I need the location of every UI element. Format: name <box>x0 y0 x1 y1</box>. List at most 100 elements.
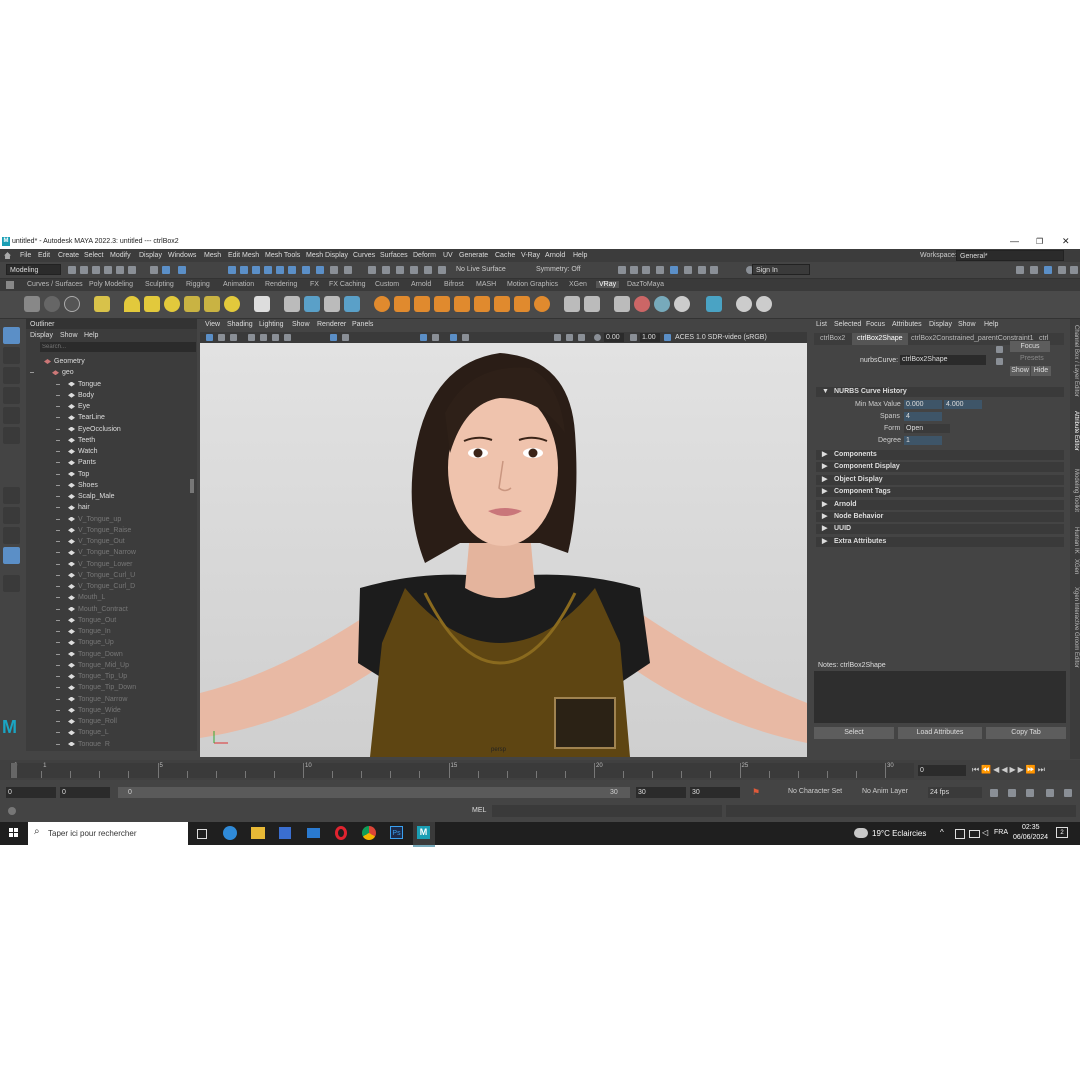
vray-ipr-icon[interactable] <box>684 266 692 274</box>
single-view-icon[interactable] <box>3 487 20 504</box>
taskbar-search-box[interactable]: ⌕ Taper ici pour rechercher <box>28 822 188 845</box>
home-icon[interactable] <box>4 252 11 259</box>
snap-live-icon[interactable] <box>276 266 284 274</box>
menu-deform[interactable]: Deform <box>413 252 436 259</box>
menu-edit-mesh[interactable]: Edit Mesh <box>228 252 259 259</box>
layout-single-icon[interactable] <box>1016 266 1024 274</box>
select-hierarchy-icon[interactable] <box>150 266 158 274</box>
script-language-label[interactable]: MEL <box>472 807 486 814</box>
camera-select-icon[interactable] <box>206 334 213 341</box>
clock-date[interactable]: 06/06/2024 <box>1013 834 1048 841</box>
outliner-menu-show[interactable]: Show <box>60 332 78 339</box>
menu-arnold[interactable]: Arnold <box>545 252 565 259</box>
rotate-tool-icon[interactable] <box>3 407 20 424</box>
vray-material-icon[interactable] <box>374 296 390 312</box>
opera-icon[interactable] <box>335 826 347 840</box>
expand-toggle-icon[interactable] <box>56 563 60 565</box>
focus-button[interactable]: Focus <box>1010 341 1050 352</box>
outliner-item[interactable]: Tongue_Mid_Up <box>26 660 188 671</box>
shelf-tab-mash[interactable]: MASH <box>473 281 499 288</box>
notes-textarea[interactable] <box>814 671 1066 723</box>
shelf-tab-daztomaya[interactable]: DazToMaya <box>624 281 667 288</box>
snap-edge-icon[interactable] <box>302 266 310 274</box>
load-attributes-button[interactable]: Load Attributes <box>898 727 982 739</box>
vray-plane-icon[interactable] <box>254 296 270 312</box>
expand-toggle-icon[interactable] <box>30 372 34 374</box>
vray-export-icon[interactable] <box>584 296 600 312</box>
outliner-menu-display[interactable]: Display <box>30 332 53 339</box>
outliner-item[interactable]: V_Tongue_Curl_D <box>26 581 188 592</box>
side-tab-attribute-editor[interactable]: Attribute Editor <box>1073 411 1079 451</box>
key-icon[interactable] <box>1046 789 1054 797</box>
expand-toggle-icon[interactable] <box>56 597 60 599</box>
hud-icon[interactable] <box>566 334 573 341</box>
outliner-item[interactable]: V_Tongue_Narrow <box>26 547 188 558</box>
vray-bake-icon[interactable] <box>564 296 580 312</box>
menu-v-ray[interactable]: V-Ray <box>521 252 540 259</box>
bookmark-icon[interactable] <box>230 334 237 341</box>
expand-toggle-icon[interactable] <box>56 417 60 419</box>
lights-icon[interactable] <box>432 334 439 341</box>
shelf-tab-fx-caching[interactable]: FX Caching <box>326 281 369 288</box>
expand-toggle-icon[interactable] <box>56 698 60 700</box>
expand-toggle-icon[interactable] <box>56 552 60 554</box>
attribute-editor-toggle-icon[interactable] <box>630 266 638 274</box>
render-icon[interactable] <box>382 266 390 274</box>
photoshop-icon[interactable]: Ps <box>390 826 403 839</box>
outliner-item[interactable]: Scalp_Male <box>26 491 188 502</box>
outliner-item[interactable]: hair <box>26 502 188 513</box>
save-scene-icon[interactable] <box>92 266 100 274</box>
weather-text[interactable]: 19°C Eclaircies <box>872 829 926 838</box>
3d-viewport[interactable]: persp <box>200 343 807 757</box>
side-by-side-icon[interactable] <box>3 527 20 544</box>
textured-icon[interactable] <box>420 334 427 341</box>
outliner-item[interactable]: Teeth <box>26 435 188 446</box>
vray-vfb-icon[interactable] <box>698 266 706 274</box>
menu-windows[interactable]: Windows <box>168 252 196 259</box>
xray-icon[interactable] <box>462 334 469 341</box>
chrome-icon[interactable] <box>362 826 376 840</box>
move-tool-icon[interactable] <box>3 387 20 404</box>
symmetry-label[interactable]: Symmetry: Off <box>536 266 581 273</box>
vray-sun-icon[interactable] <box>224 296 240 312</box>
layout-outliner-icon[interactable] <box>1070 266 1078 274</box>
mail-icon[interactable] <box>307 828 320 838</box>
node-name-field[interactable]: ctrlBox2Shape <box>900 355 986 365</box>
undo-icon[interactable] <box>116 266 124 274</box>
edge-icon[interactable] <box>223 826 237 840</box>
outliner-item[interactable]: Watch <box>26 446 188 457</box>
time-slider-track[interactable]: 0151015202530 <box>10 763 914 778</box>
attr-menu-attributes[interactable]: Attributes <box>892 321 922 328</box>
outliner-item[interactable]: Tongue_In <box>26 626 188 637</box>
menu-display[interactable]: Display <box>139 252 162 259</box>
vray-logo-icon[interactable] <box>756 296 772 312</box>
paint-select-tool-icon[interactable] <box>3 367 20 384</box>
viewport-menu-panels[interactable]: Panels <box>352 321 373 328</box>
construction-history-icon[interactable] <box>368 266 376 274</box>
max-value-field[interactable]: 4.000 <box>944 400 982 409</box>
layout-persp-icon[interactable] <box>1044 266 1052 274</box>
language-indicator[interactable]: FRA <box>994 829 1008 836</box>
image-plane-icon[interactable] <box>248 334 255 341</box>
expand-toggle-icon[interactable] <box>56 619 60 621</box>
wireframe-icon[interactable] <box>330 334 337 341</box>
auto-key-icon[interactable]: ⚑ <box>752 787 760 798</box>
ao-icon[interactable] <box>578 334 585 341</box>
expand-toggle-icon[interactable] <box>56 574 60 576</box>
show-button[interactable]: Show <box>1010 366 1030 376</box>
menu-uv[interactable]: UV <box>443 252 453 259</box>
attr-menu-display[interactable]: Display <box>929 321 952 328</box>
isolate-select-icon[interactable] <box>554 334 561 341</box>
sound-icon[interactable] <box>1008 789 1016 797</box>
current-frame-field[interactable]: 0 <box>918 765 966 776</box>
expand-toggle-icon[interactable] <box>56 484 60 486</box>
tool-settings-toggle-icon[interactable] <box>642 266 650 274</box>
presets-button[interactable]: Presets <box>1020 355 1044 362</box>
outliner-search-input[interactable] <box>40 342 196 352</box>
outliner-item[interactable]: Tongue_R <box>26 739 188 746</box>
tray-chevron-icon[interactable]: ^ <box>940 828 944 837</box>
vray-ipr-shelf-icon[interactable] <box>64 296 80 312</box>
select-tool-icon[interactable] <box>3 327 20 344</box>
expand-toggle-icon[interactable] <box>56 631 60 632</box>
degree-field[interactable]: 1 <box>904 436 942 445</box>
